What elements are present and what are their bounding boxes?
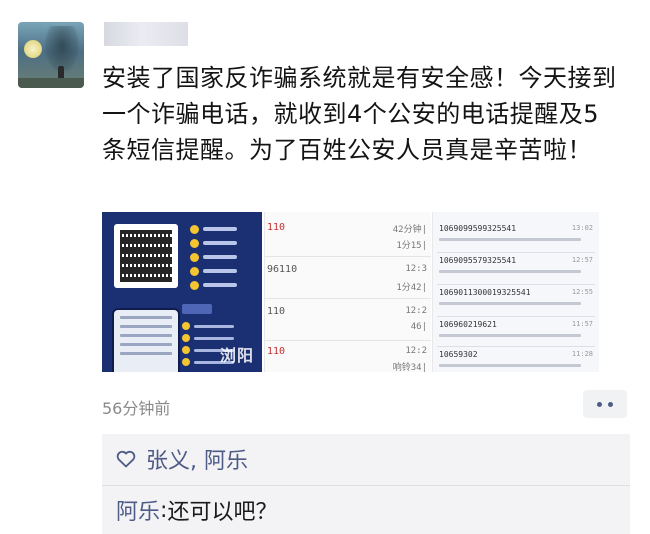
sms-row: 10659302 11:28: [439, 350, 595, 372]
post-timestamp: 56分钟前: [102, 399, 171, 418]
divider: [102, 485, 630, 486]
likes-row: 张义, 阿乐: [102, 434, 630, 484]
call-log-row: 46|: [410, 322, 427, 332]
call-log-row: 响铃34|: [392, 363, 427, 372]
post-text: 安装了国家反诈骗系统就是有安全感！今天接到一个诈骗电话，就收到4个公安的电话提醒…: [102, 64, 617, 164]
call-log-row: 110 42分钟|: [267, 222, 427, 235]
phone-mockup: [112, 308, 180, 372]
sms-row: 1069095579325541 12:57: [439, 256, 595, 280]
sms-row: 1069099599325541 13:02: [439, 224, 595, 248]
qr-code: [120, 230, 172, 282]
post-image-3[interactable]: 1069099599325541 13:02 1069095579325541 12…: [432, 212, 599, 372]
call-log-row: 110 12:2: [267, 306, 427, 317]
dot-icon: [608, 401, 613, 407]
feature-list: [190, 222, 260, 292]
image-grid: 浏阳 110 42分钟| 1分15| 96110 12:3 1分42| 110 12:…: [102, 212, 599, 372]
ground-graphic: [18, 78, 84, 88]
call-log-row: 1分15|: [396, 241, 427, 251]
post-image-1[interactable]: 浏阳: [102, 212, 262, 372]
comment-text: 还可以吧？: [167, 500, 278, 525]
comment-separator: :: [160, 497, 168, 523]
username-blurred[interactable]: [104, 22, 188, 46]
sms-row: 106960219621 11:57: [439, 320, 595, 344]
heart-icon: [116, 448, 138, 470]
avatar[interactable]: [18, 22, 84, 88]
qr-code-card: [114, 224, 178, 288]
comment[interactable]: 阿乐: 还可以吧？: [116, 492, 277, 528]
more-actions-button[interactable]: [583, 390, 627, 418]
call-log-row: 1分42|: [396, 283, 427, 293]
call-log-row: 96110 12:3: [267, 264, 427, 275]
dot-icon: [597, 401, 602, 407]
likes-names[interactable]: 张义, 阿乐: [146, 443, 248, 475]
comment-author[interactable]: 阿乐: [116, 494, 160, 526]
sms-row: 1069011300019325541 12:55: [439, 288, 595, 312]
image-watermark: 浏阳: [219, 346, 254, 365]
interaction-panel: 张义, 阿乐 阿乐: 还可以吧？: [102, 434, 630, 534]
moon-graphic: [24, 40, 42, 58]
post-image-2[interactable]: 110 42分钟| 1分15| 96110 12:3 1分42| 110 12:2 4…: [264, 212, 431, 372]
